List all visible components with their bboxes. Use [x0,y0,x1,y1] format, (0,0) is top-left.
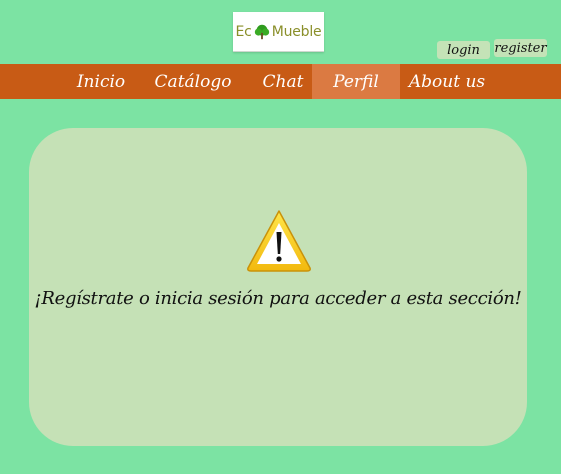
logo-text-end: Mueble [271,23,322,40]
nav-item-catalogo[interactable]: Catálogo [144,64,242,99]
tree-icon [254,24,269,39]
nav-item-about-us[interactable]: About us [400,64,494,99]
login-required-message: ¡Regístrate o inicia sesión para acceder… [34,288,522,309]
logo[interactable]: Ec Mueble [233,12,324,52]
logo-text-start: Ec [235,23,252,40]
nav-item-inicio[interactable]: Inicio [66,64,136,99]
register-button[interactable]: register [494,39,547,57]
main-nav: Inicio Catálogo Chat Perfil About us [0,64,561,99]
login-required-panel: ¡Regístrate o inicia sesión para acceder… [29,128,527,446]
nav-item-chat[interactable]: Chat [254,64,312,99]
warning-icon [247,210,311,272]
nav-item-perfil[interactable]: Perfil [312,64,400,99]
login-button[interactable]: login [437,41,490,59]
logo-text: Ec Mueble [236,23,322,41]
